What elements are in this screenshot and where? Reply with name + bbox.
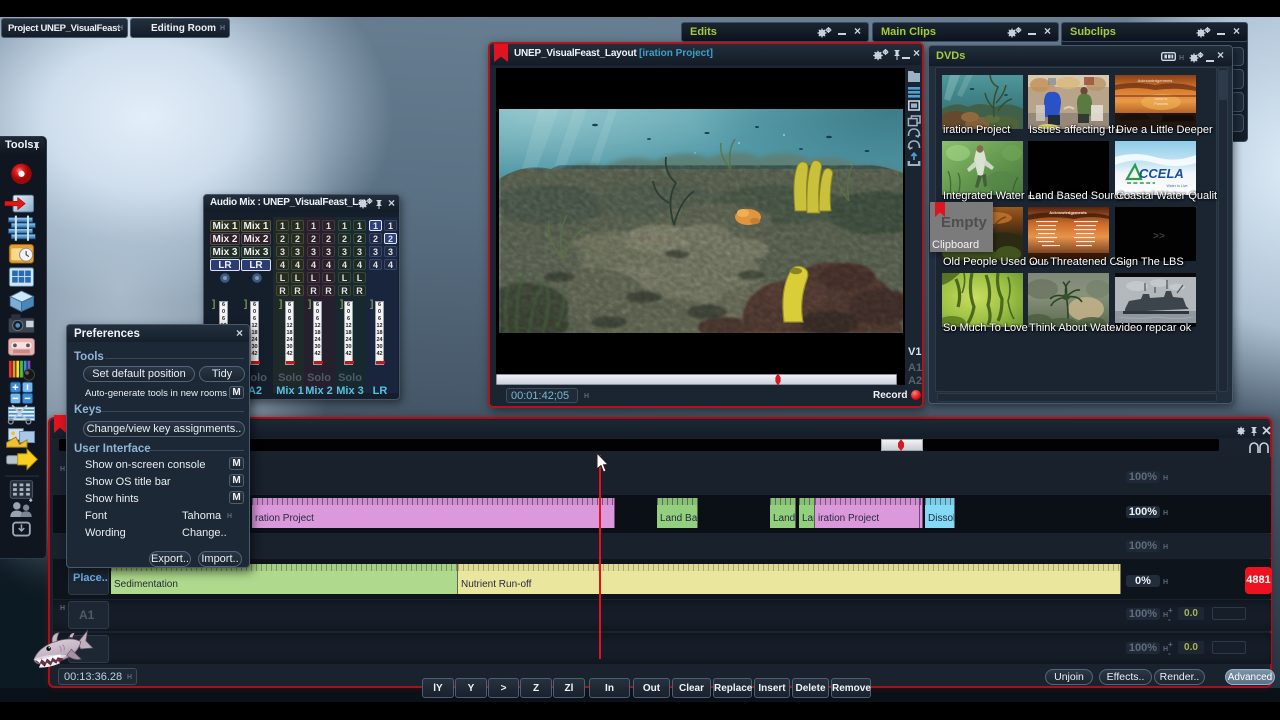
svg-text:Water to Live: Water to Live xyxy=(1166,184,1187,188)
svg-text:Acknowledgements: Acknowledgements xyxy=(1138,78,1173,83)
svg-text:>>: >> xyxy=(1153,231,1165,242)
svg-text:Acknowledgements: Acknowledgements xyxy=(1049,210,1087,215)
svg-text:Panama: Panama xyxy=(1154,102,1167,106)
svg-text:CCELA: CCELA xyxy=(1139,166,1184,181)
svg-text:come to: come to xyxy=(1155,97,1168,101)
